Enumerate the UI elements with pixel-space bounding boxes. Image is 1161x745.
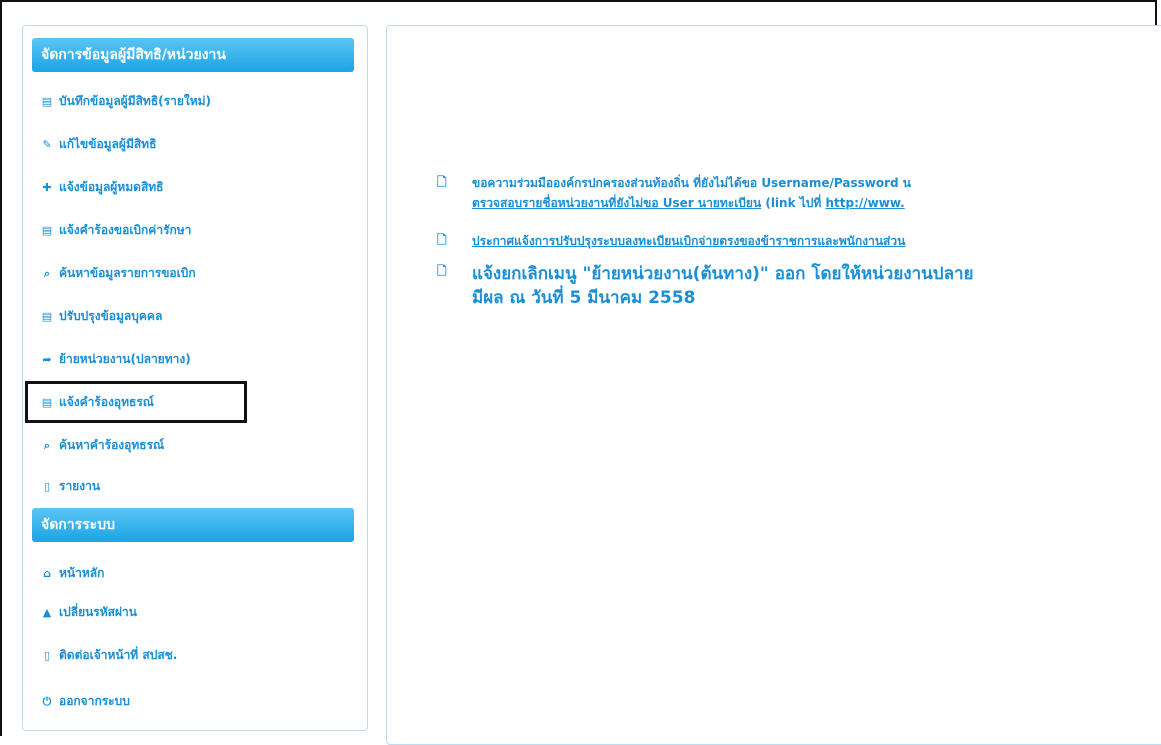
clipboard-icon: ▯ bbox=[43, 480, 51, 493]
news-item-1-line-1: ขอความร่วมมือองค์กรปกครองส่วนท้องถิ่น ที… bbox=[472, 176, 911, 190]
section-header-manage-data: จัดการข้อมูลผู้มีสิทธิ/หน่วยงาน bbox=[32, 38, 354, 72]
menu-item-report-expired[interactable]: ✚ แจ้งข้อมูลผู้หมดสิทธิ bbox=[40, 176, 164, 198]
section-header-system: จัดการระบบ bbox=[32, 508, 354, 542]
menu-label: ออกจากระบบ bbox=[59, 694, 130, 708]
menu-label: หน้าหลัก bbox=[59, 566, 105, 580]
news-item-1-mid: (link ไปที่ bbox=[761, 196, 826, 210]
lock-icon: ▲ bbox=[42, 606, 52, 619]
news-item-2: 🗋 ประกาศแจ้งการปรับปรุงระบบลงทะเบียนเบิก… bbox=[437, 231, 1161, 253]
home-icon: ⌂ bbox=[43, 567, 51, 580]
news-item-1-link[interactable]: ตรวจสอบรายชื่อหน่วยงานที่ยังไม่ขอ User น… bbox=[472, 196, 761, 210]
menu-item-claim-request[interactable]: ▤ แจ้งคำร้องขอเบิกค่ารักษา bbox=[40, 219, 192, 241]
main-content: 🗋 ขอความร่วมมือองค์กรปกครองส่วนท้องถิ่น … bbox=[386, 25, 1161, 745]
menu-item-move-unit-destination[interactable]: ➦ ย้ายหน่วยงาน(ปลายทาง) bbox=[40, 348, 191, 370]
news-item-3-line-1: แจ้งยกเลิกเมนู "ย้ายหน่วยงาน(ต้นทาง)" ออ… bbox=[472, 264, 974, 284]
document-icon: 🗋 bbox=[437, 264, 447, 278]
clipboard-icon: ▯ bbox=[43, 649, 51, 662]
menu-label: ค้นหาคำร้องอุทธรณ์ bbox=[59, 438, 165, 452]
menu-item-home[interactable]: ⌂ หน้าหลัก bbox=[40, 562, 104, 584]
menu-label: ปรับปรุงข้อมูลบุคคล bbox=[59, 309, 163, 323]
menu-item-search-appeal[interactable]: ⌕ ค้นหาคำร้องอุทธรณ์ bbox=[40, 434, 164, 456]
document-icon: ▤ bbox=[41, 224, 53, 237]
search-icon: ⌕ bbox=[43, 267, 51, 280]
wrench-icon: ✎ bbox=[42, 138, 52, 151]
user-remove-icon: ✚ bbox=[42, 181, 52, 194]
news-item-1: 🗋 ขอความร่วมมือองค์กรปกครองส่วนท้องถิ่น … bbox=[437, 173, 1161, 217]
menu-item-change-password[interactable]: ▲ เปลี่ยนรหัสผ่าน bbox=[40, 601, 137, 623]
menu-label: เปลี่ยนรหัสผ่าน bbox=[59, 605, 137, 619]
news-item-3-line-2: มีผล ณ วันที่ 5 มีนาคม 2558 bbox=[472, 288, 696, 308]
move-icon: ➦ bbox=[42, 353, 52, 366]
menu-label: แจ้งคำร้องขอเบิกค่ารักษา bbox=[59, 223, 192, 237]
search-icon: ⌕ bbox=[43, 439, 51, 452]
menu-item-update-person[interactable]: ▤ ปรับปรุงข้อมูลบุคคล bbox=[40, 305, 163, 327]
news-item-3: 🗋 แจ้งยกเลิกเมนู "ย้ายหน่วยงาน(ต้นทาง)" … bbox=[437, 262, 1161, 314]
menu-label: แก้ไขข้อมูลผู้มีสิทธิ bbox=[59, 137, 157, 151]
menu-item-edit-beneficiary[interactable]: ✎ แก้ไขข้อมูลผู้มีสิทธิ bbox=[40, 133, 156, 155]
document-icon: 🗋 bbox=[437, 175, 447, 189]
news-item-2-link[interactable]: ประกาศแจ้งการปรับปรุงระบบลงทะเบียนเบิกจ่… bbox=[472, 234, 905, 248]
menu-label: แจ้งข้อมูลผู้หมดสิทธิ bbox=[59, 180, 164, 194]
menu-item-logout[interactable]: ⏻ ออกจากระบบ bbox=[40, 690, 130, 712]
news-item-1-line-2: ตรวจสอบรายชื่อหน่วยงานที่ยังไม่ขอ User น… bbox=[472, 193, 911, 213]
menu-item-reports[interactable]: ▯ รายงาน bbox=[40, 475, 100, 497]
menu-item-contact-staff[interactable]: ▯ ติดต่อเจ้าหน้าที่ สปสช. bbox=[40, 644, 177, 666]
highlight-annotation-box bbox=[25, 381, 247, 423]
document-icon: ▤ bbox=[41, 95, 53, 108]
menu-label: ย้ายหน่วยงาน(ปลายทาง) bbox=[59, 352, 191, 366]
power-icon: ⏻ bbox=[42, 695, 52, 708]
menu-label: รายงาน bbox=[59, 479, 101, 493]
menu-label: ค้นหาข้อมูลรายการขอเบิก bbox=[59, 266, 196, 280]
menu-label: ติดต่อเจ้าหน้าที่ สปสช. bbox=[59, 648, 178, 662]
menu-item-add-beneficiary[interactable]: ▤ บันทึกข้อมูลผู้มีสิทธิ(รายใหม่) bbox=[40, 90, 211, 112]
document-icon: ▤ bbox=[41, 310, 53, 323]
menu-label: บันทึกข้อมูลผู้มีสิทธิ(รายใหม่) bbox=[59, 94, 212, 108]
sidebar: จัดการข้อมูลผู้มีสิทธิ/หน่วยงาน ▤ บันทึกข… bbox=[22, 25, 368, 731]
news-item-1-url-link[interactable]: http://www. bbox=[826, 196, 905, 210]
document-icon: 🗋 bbox=[437, 233, 447, 247]
menu-item-search-claims[interactable]: ⌕ ค้นหาข้อมูลรายการขอเบิก bbox=[40, 262, 196, 284]
